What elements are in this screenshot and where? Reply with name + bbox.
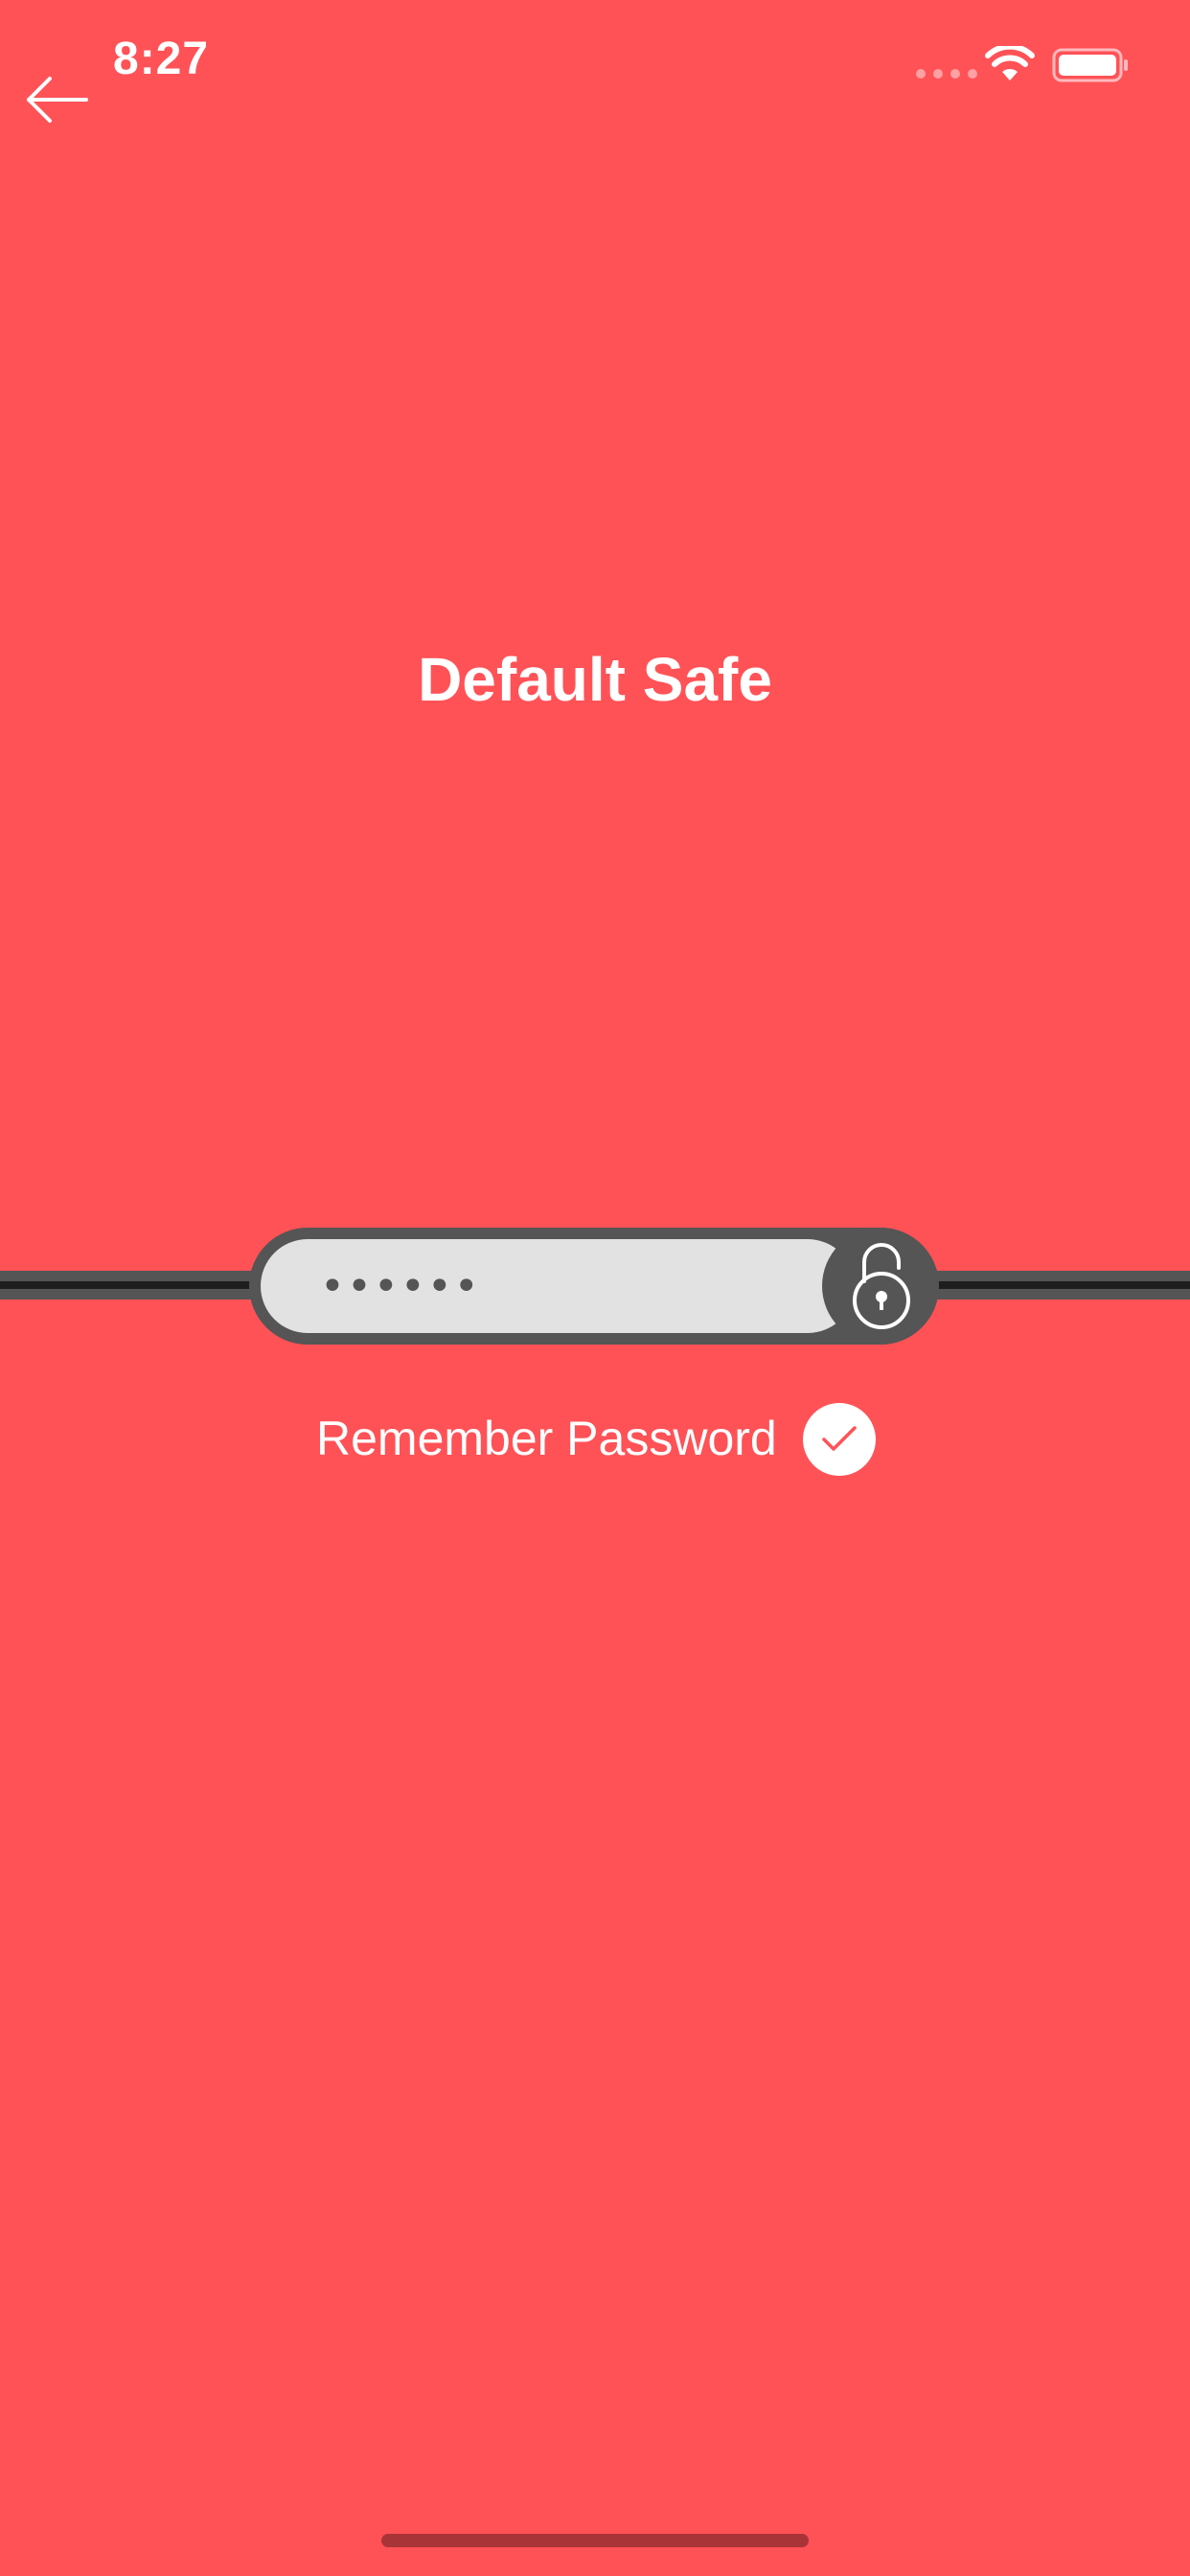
status-time: 8:27 xyxy=(113,34,210,84)
checkmark-icon xyxy=(822,1426,857,1451)
remember-password-checkbox[interactable] xyxy=(803,1403,876,1476)
password-pill: •••••• xyxy=(249,1228,939,1345)
remember-password-row: Remember Password xyxy=(0,1401,1190,1478)
arrow-left-icon xyxy=(27,77,88,123)
unlocked-padlock-icon xyxy=(853,1243,910,1329)
cellular-signal-icon xyxy=(916,69,977,79)
page-title: Default Safe xyxy=(418,645,772,714)
remember-password-label: Remember Password xyxy=(316,1412,777,1465)
wifi-icon xyxy=(985,46,1035,80)
home-indicator[interactable] xyxy=(381,2534,809,2547)
decorative-rail-left xyxy=(0,1271,259,1300)
status-bar: 8:27 xyxy=(0,0,1190,134)
password-input[interactable]: •••••• xyxy=(261,1239,855,1333)
battery-icon xyxy=(1052,48,1128,82)
back-button[interactable] xyxy=(23,73,92,130)
decorative-rail-right xyxy=(929,1271,1190,1300)
password-mask: •••••• xyxy=(320,1261,481,1311)
unlock-button[interactable] xyxy=(822,1228,939,1345)
